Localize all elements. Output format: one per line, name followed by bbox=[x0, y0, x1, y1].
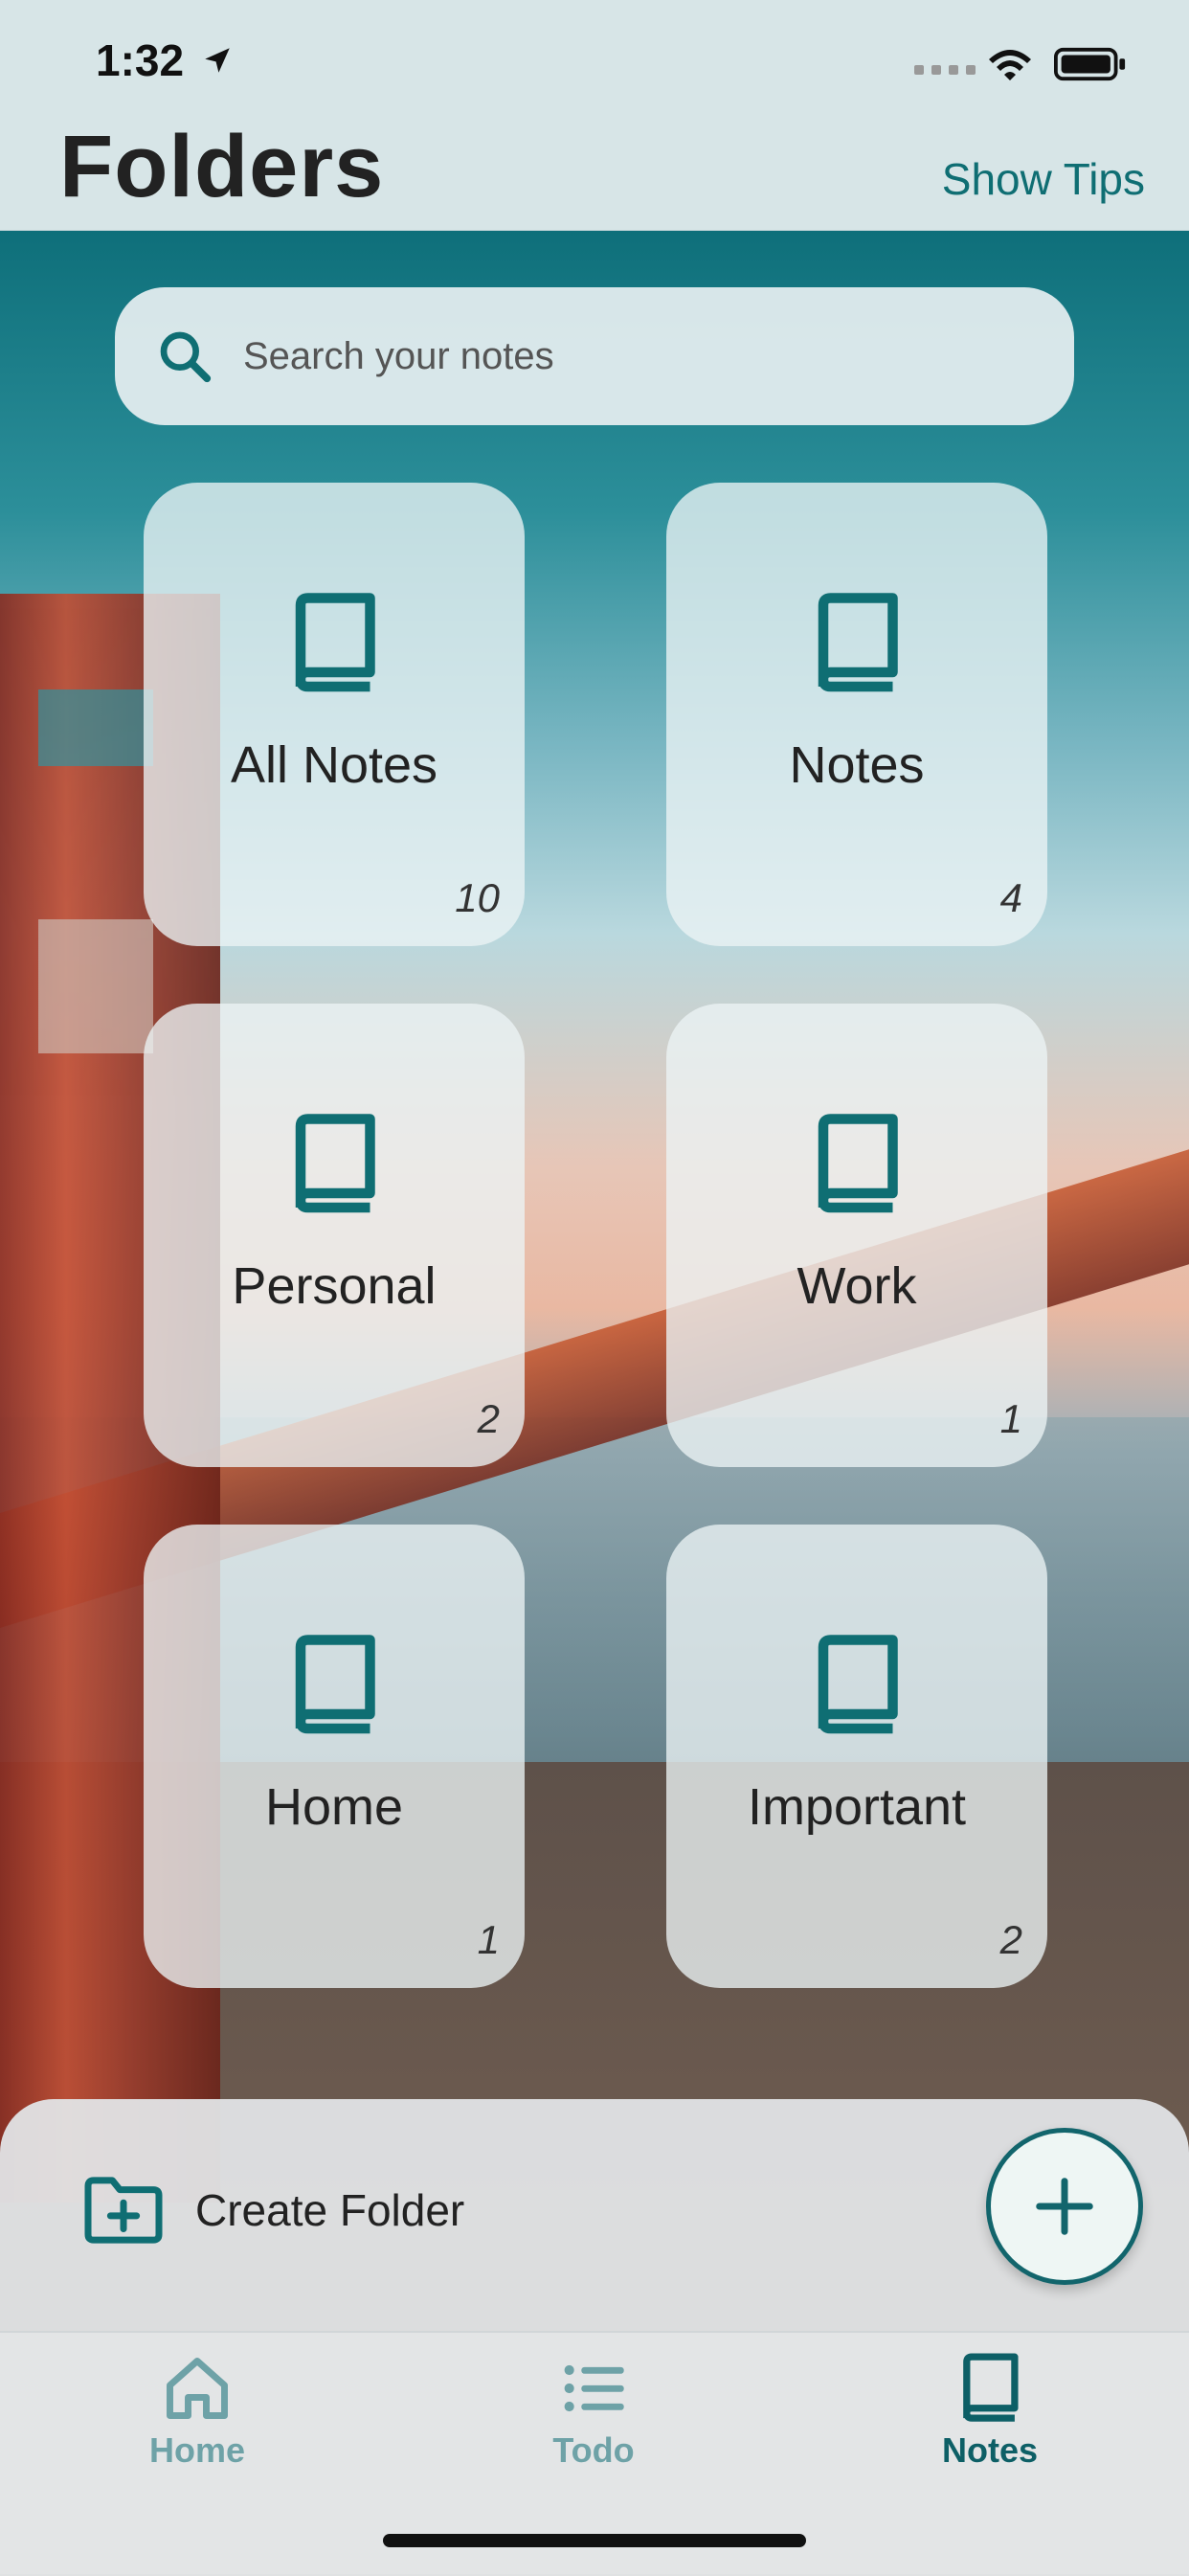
folder-count: 4 bbox=[999, 875, 1022, 920]
tab-todo-label: Todo bbox=[552, 2430, 635, 2470]
search-placeholder: Search your notes bbox=[243, 334, 554, 377]
wifi-icon bbox=[989, 50, 1031, 80]
book-icon bbox=[963, 2353, 1019, 2422]
folder-card-notes[interactable]: Notes 4 bbox=[666, 483, 1047, 946]
plus-icon bbox=[1036, 2178, 1093, 2235]
add-note-button[interactable] bbox=[986, 2128, 1143, 2285]
tab-todo[interactable]: Todo bbox=[469, 2352, 718, 2471]
folder-card-personal[interactable]: Personal 2 bbox=[144, 1004, 525, 1467]
book-icon bbox=[295, 1635, 375, 1734]
folder-name: All Notes bbox=[230, 736, 438, 794]
tab-notes-label: Notes bbox=[941, 2430, 1039, 2470]
folder-count: 1 bbox=[999, 1396, 1022, 1441]
folder-count: 2 bbox=[477, 1396, 500, 1441]
book-icon bbox=[818, 1114, 898, 1213]
folder-count: 1 bbox=[477, 1917, 500, 1962]
folder-count: 2 bbox=[999, 1917, 1022, 1962]
folder-name: Work bbox=[796, 1257, 917, 1315]
folder-card-important[interactable]: Important 2 bbox=[666, 1525, 1047, 1988]
folder-count: 10 bbox=[455, 875, 500, 920]
home-indicator bbox=[383, 2534, 806, 2547]
folder-name: Important bbox=[747, 1778, 967, 1836]
location-arrow-icon bbox=[205, 48, 230, 73]
tab-home[interactable]: Home bbox=[73, 2352, 322, 2471]
cellular-signal-icon bbox=[914, 65, 976, 75]
status-time: 1:32 bbox=[96, 35, 185, 85]
list-icon bbox=[564, 2364, 624, 2412]
folder-card-all-notes[interactable]: All Notes 10 bbox=[144, 483, 525, 946]
book-icon bbox=[818, 593, 898, 692]
folder-card-work[interactable]: Work 1 bbox=[666, 1004, 1047, 1467]
folder-name: Notes bbox=[789, 736, 925, 794]
show-tips-button[interactable]: Show Tips bbox=[942, 153, 1145, 205]
create-folder-button[interactable]: Create Folder bbox=[82, 2172, 464, 2248]
book-icon bbox=[295, 593, 375, 692]
folder-card-home[interactable]: Home 1 bbox=[144, 1525, 525, 1988]
create-folder-label: Create Folder bbox=[195, 2185, 465, 2235]
battery-icon bbox=[1054, 47, 1126, 81]
tab-notes[interactable]: Notes bbox=[865, 2352, 1114, 2471]
search-icon bbox=[160, 331, 212, 383]
folder-add-icon bbox=[84, 2177, 163, 2244]
book-icon bbox=[818, 1635, 898, 1734]
home-icon bbox=[167, 2358, 228, 2419]
search-input[interactable]: Search your notes bbox=[115, 287, 1074, 425]
tab-home-label: Home bbox=[148, 2430, 246, 2470]
folder-name: Home bbox=[264, 1778, 404, 1836]
folder-name: Personal bbox=[232, 1257, 437, 1315]
page-title: Folders bbox=[59, 118, 385, 215]
book-icon bbox=[295, 1114, 375, 1213]
